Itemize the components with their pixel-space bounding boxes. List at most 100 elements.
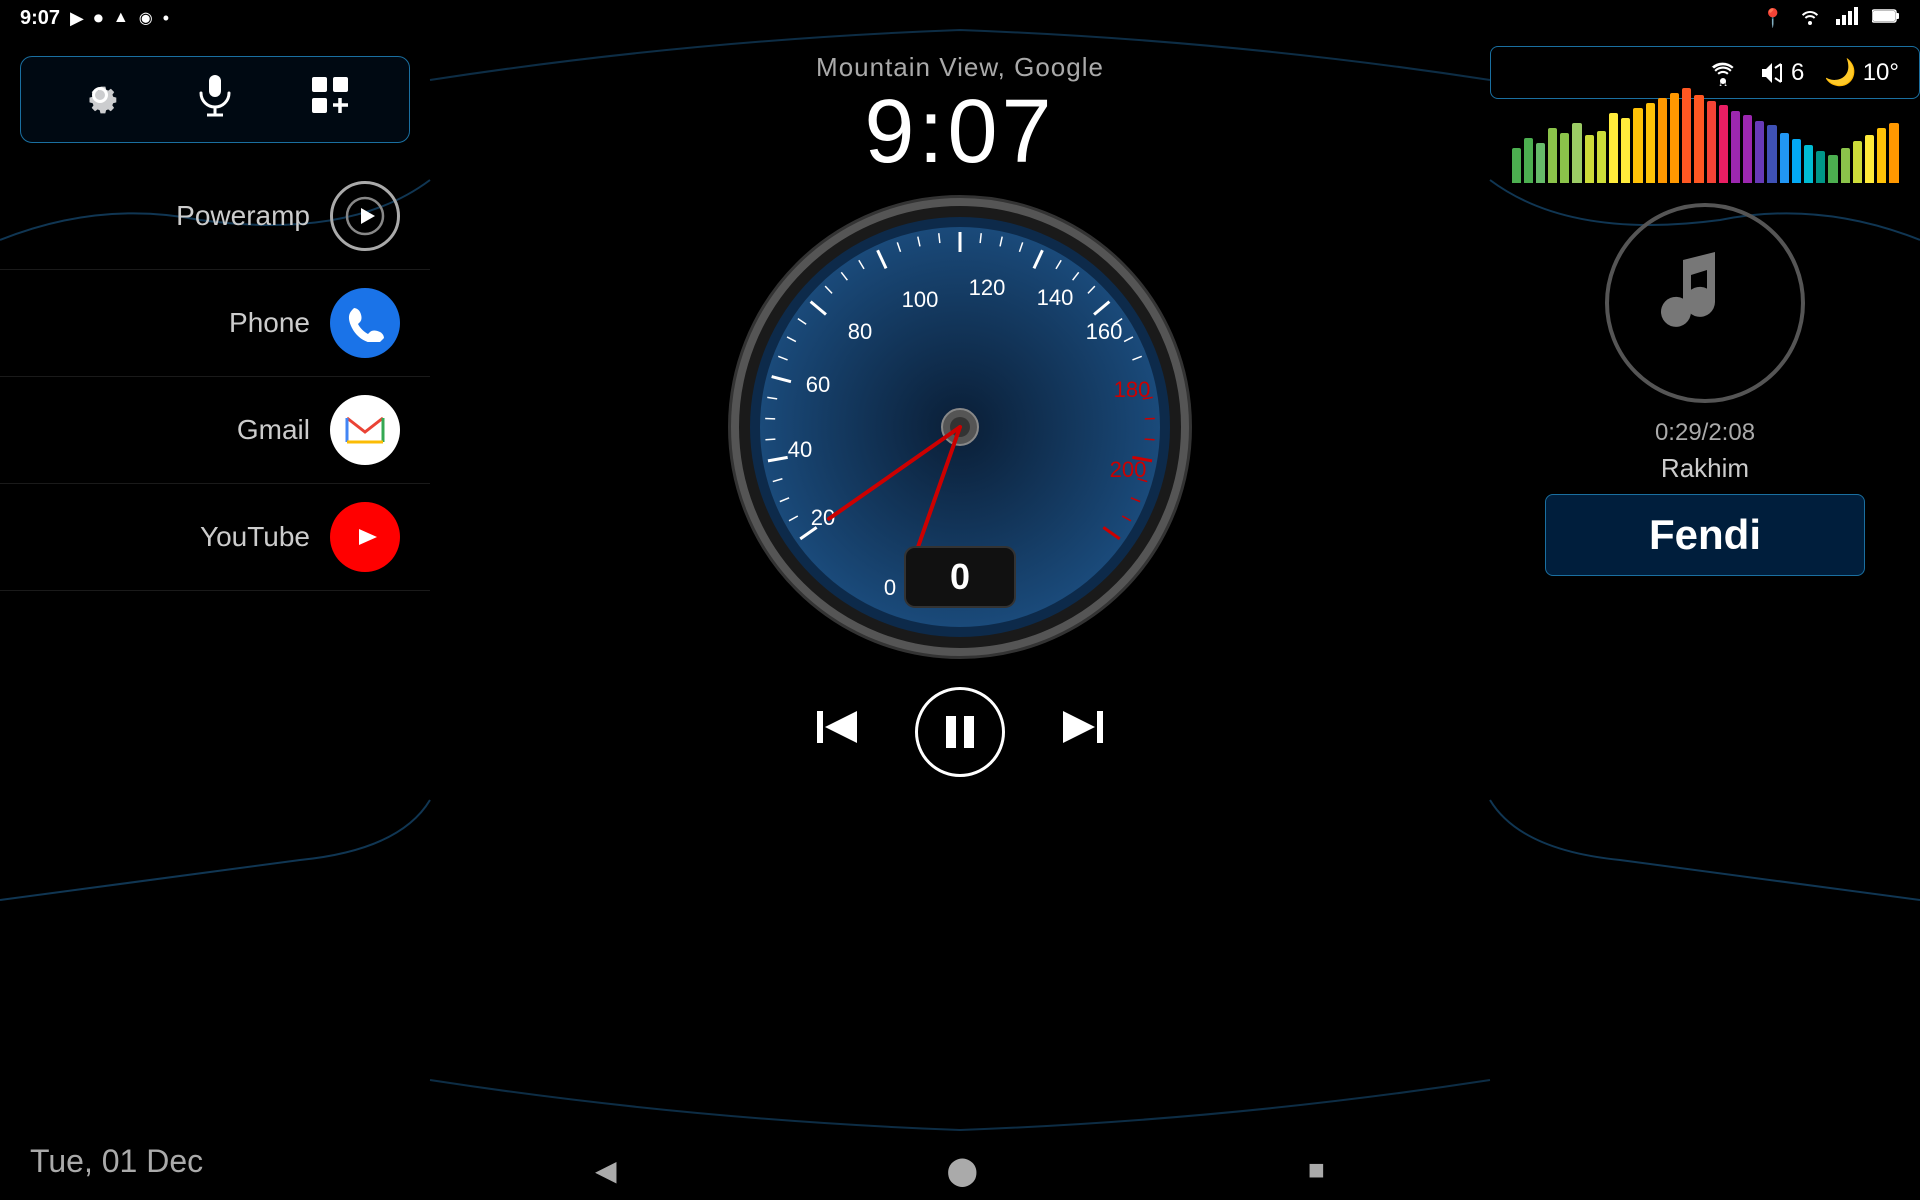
- speedometer-svg: 20 40 60 80 100 120 140 160 180 200 0 0: [720, 187, 1200, 667]
- status-bar: 9:07 ▶ ⏺ ▲ ◉ • 📍: [0, 0, 1920, 36]
- artist-name: Rakhim: [1661, 453, 1749, 484]
- eq-bar: [1694, 95, 1703, 183]
- svg-text:↓↓: ↓↓: [1718, 78, 1728, 86]
- eq-bar: [1889, 123, 1898, 183]
- eq-bar: [1804, 145, 1813, 183]
- location-display: Mountain View, Google: [816, 52, 1104, 83]
- app-label-youtube: YouTube: [200, 521, 310, 553]
- wifi-widget: ↓↓: [1707, 60, 1739, 86]
- svg-text:60: 60: [806, 372, 830, 397]
- eq-bar: [1755, 121, 1764, 183]
- date-display: Tue, 01 Dec: [0, 1123, 430, 1200]
- svg-text:200: 200: [1110, 457, 1147, 482]
- center-panel: Mountain View, Google 9:07 20: [430, 36, 1490, 1200]
- home-button[interactable]: ⬤: [947, 1154, 978, 1187]
- app-icon-gmail: [330, 395, 400, 465]
- eq-bar: [1597, 131, 1606, 183]
- app-item-phone[interactable]: Phone: [0, 270, 430, 377]
- music-controls: [815, 687, 1105, 777]
- settings-icon[interactable]: [78, 73, 122, 126]
- eq-bar: [1841, 148, 1850, 183]
- dot-icon: •: [163, 8, 169, 29]
- eq-bar: [1707, 101, 1716, 183]
- speaker-widget: 6: [1759, 59, 1804, 87]
- app-label-gmail: Gmail: [237, 414, 310, 446]
- top-right-widgets: ↓↓ 6 🌙 10°: [1490, 46, 1920, 99]
- eq-bar: [1585, 135, 1594, 183]
- eq-bar: [1548, 128, 1557, 183]
- svg-text:80: 80: [848, 319, 872, 344]
- music-note-icon: [1655, 242, 1755, 364]
- eq-bar: [1512, 148, 1521, 183]
- app-label-phone: Phone: [229, 307, 310, 339]
- eq-bar: [1816, 151, 1825, 183]
- signal-icon: [1836, 7, 1858, 30]
- battery-icon: [1872, 8, 1900, 29]
- grid-icon[interactable]: [308, 73, 352, 126]
- eq-bar: [1682, 88, 1691, 183]
- play-icon: ▶: [70, 8, 84, 29]
- app-icon-poweramp: [330, 181, 400, 251]
- location-icon: 📍: [1762, 8, 1784, 29]
- app-item-poweramp[interactable]: Poweramp: [0, 163, 430, 270]
- app-list: Poweramp Phone Gmail: [0, 163, 430, 1123]
- pause-button[interactable]: [915, 687, 1005, 777]
- eq-bar: [1646, 103, 1655, 183]
- left-panel: Poweramp Phone Gmail: [0, 36, 430, 1200]
- app-icon-1: ▲: [113, 9, 129, 27]
- song-name-box: Fendi: [1545, 494, 1865, 576]
- svg-text:0: 0: [950, 556, 970, 597]
- eq-bar: [1572, 123, 1581, 183]
- back-button[interactable]: ◀: [595, 1154, 617, 1187]
- equalizer: [1512, 123, 1899, 183]
- eq-bar: [1828, 155, 1837, 183]
- svg-text:120: 120: [969, 275, 1006, 300]
- progress-text: 0:29/2:08: [1655, 419, 1755, 447]
- eq-bar: [1853, 141, 1862, 183]
- prev-button[interactable]: [815, 707, 865, 757]
- svg-text:0: 0: [884, 575, 896, 600]
- eq-bar: [1524, 138, 1533, 183]
- wifi-icon-status: [1798, 7, 1822, 30]
- status-left: 9:07 ▶ ⏺ ▲ ◉ •: [20, 7, 169, 30]
- eq-bar: [1609, 113, 1618, 183]
- app-icon-youtube: [330, 502, 400, 572]
- time-display: 9:07: [864, 87, 1055, 177]
- speedometer: 20 40 60 80 100 120 140 160 180 200 0 0: [720, 187, 1200, 667]
- speaker-number: 6: [1791, 59, 1804, 87]
- eq-bar: [1792, 139, 1801, 183]
- eq-bar: [1719, 105, 1728, 183]
- eq-bar: [1536, 143, 1545, 183]
- weather-widget: 🌙 10°: [1824, 57, 1899, 88]
- record-icon: ⏺: [94, 8, 103, 29]
- eq-bar: [1633, 108, 1642, 183]
- eq-bar: [1877, 128, 1886, 183]
- svg-text:140: 140: [1037, 285, 1074, 310]
- svg-text:100: 100: [902, 287, 939, 312]
- app-label-poweramp: Poweramp: [176, 200, 310, 232]
- eq-bar: [1560, 133, 1569, 183]
- app-icon-phone: [330, 288, 400, 358]
- status-right: 📍: [1762, 7, 1900, 30]
- eq-bar: [1621, 118, 1630, 183]
- recent-button[interactable]: ■: [1308, 1154, 1325, 1186]
- eq-bar: [1865, 135, 1874, 183]
- temperature: 10°: [1863, 59, 1899, 87]
- eq-bar: [1767, 125, 1776, 183]
- nav-bar: ◀ ⬤ ■: [430, 1140, 1490, 1200]
- status-time: 9:07: [20, 7, 60, 30]
- eq-bar: [1731, 111, 1740, 183]
- microphone-icon[interactable]: [197, 73, 233, 126]
- app-icon-2: ◉: [139, 8, 153, 28]
- app-item-youtube[interactable]: YouTube: [0, 484, 430, 591]
- eq-bar: [1658, 98, 1667, 183]
- next-button[interactable]: [1055, 707, 1105, 757]
- moon-icon: 🌙: [1824, 57, 1856, 88]
- svg-text:40: 40: [788, 437, 812, 462]
- toolbar: [20, 56, 410, 143]
- app-item-gmail[interactable]: Gmail: [0, 377, 430, 484]
- eq-bar: [1780, 133, 1789, 183]
- eq-bar: [1670, 93, 1679, 183]
- eq-bar: [1743, 115, 1752, 183]
- music-icon-circle: [1605, 203, 1805, 403]
